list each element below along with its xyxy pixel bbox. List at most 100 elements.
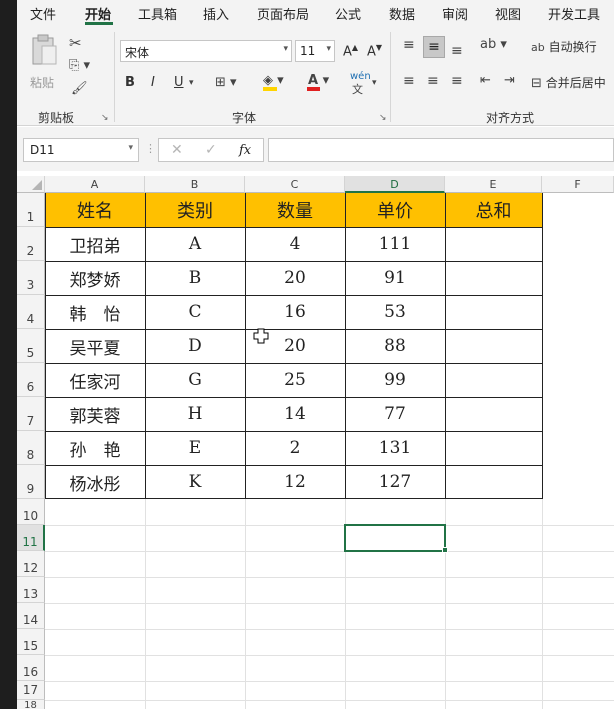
- decrease-font-size-button[interactable]: A▼: [367, 43, 382, 59]
- row-header[interactable]: 16: [17, 655, 45, 681]
- row-header[interactable]: 4: [17, 295, 45, 329]
- copy-icon[interactable]: ⎘ ▾: [69, 59, 90, 72]
- font-color-icon[interactable]: A ▾: [308, 74, 329, 87]
- table-cell[interactable]: 131: [345, 431, 445, 465]
- table-cell[interactable]: G: [145, 363, 245, 397]
- table-cell[interactable]: [445, 329, 542, 363]
- underline-button[interactable]: U: [174, 75, 184, 90]
- paste-button[interactable]: 粘贴: [27, 34, 63, 90]
- font-launcher-icon[interactable]: ↘: [379, 113, 387, 123]
- table-cell[interactable]: K: [145, 465, 245, 499]
- table-cell[interactable]: 25: [245, 363, 345, 397]
- table-cell[interactable]: A: [145, 227, 245, 261]
- table-cell[interactable]: D: [145, 329, 245, 363]
- header-cell-total[interactable]: 总和: [445, 193, 542, 227]
- row-header[interactable]: 14: [17, 603, 45, 629]
- cancel-icon[interactable]: ✕: [171, 142, 183, 158]
- row-header[interactable]: 3: [17, 261, 45, 295]
- column-header[interactable]: F: [542, 176, 614, 193]
- table-cell[interactable]: 111: [345, 227, 445, 261]
- merge-center-button[interactable]: ⊟ 合并后居中: [531, 74, 606, 94]
- fill-handle[interactable]: [442, 547, 448, 553]
- table-cell[interactable]: [445, 363, 542, 397]
- table-cell[interactable]: 韩 怡: [45, 295, 145, 329]
- increase-font-size-button[interactable]: A▲: [343, 43, 358, 59]
- tab-view[interactable]: 视图: [495, 4, 521, 23]
- table-cell[interactable]: 吴平夏: [45, 329, 145, 363]
- cut-icon[interactable]: ✂: [69, 36, 82, 51]
- row-header[interactable]: 17: [17, 681, 45, 700]
- bold-button[interactable]: B: [125, 75, 135, 90]
- tab-review[interactable]: 审阅: [442, 4, 468, 23]
- phonetic-guide-icon[interactable]: wén: [350, 72, 371, 82]
- row-header[interactable]: 7: [17, 397, 45, 431]
- table-cell[interactable]: [445, 261, 542, 295]
- column-header-selected[interactable]: D: [345, 176, 445, 193]
- tab-data[interactable]: 数据: [389, 4, 415, 23]
- table-cell[interactable]: 20: [245, 261, 345, 295]
- table-cell[interactable]: 4: [245, 227, 345, 261]
- borders-icon[interactable]: ⊞ ▾: [215, 76, 237, 89]
- column-header[interactable]: A: [45, 176, 145, 193]
- tab-formulas[interactable]: 公式: [335, 4, 361, 23]
- align-bottom-icon[interactable]: ≡: [451, 44, 463, 58]
- tab-insert[interactable]: 插入: [203, 4, 229, 23]
- column-header[interactable]: B: [145, 176, 245, 193]
- row-header[interactable]: 2: [17, 227, 45, 261]
- row-header[interactable]: 12: [17, 551, 45, 577]
- table-cell[interactable]: [445, 431, 542, 465]
- header-cell-price[interactable]: 单价: [345, 193, 445, 227]
- decrease-indent-icon[interactable]: ⇤: [480, 74, 491, 87]
- align-top-icon[interactable]: ≡: [403, 38, 415, 52]
- table-cell[interactable]: 91: [345, 261, 445, 295]
- table-cell[interactable]: 99: [345, 363, 445, 397]
- table-cell[interactable]: [445, 227, 542, 261]
- tab-developer[interactable]: 开发工具: [548, 4, 600, 23]
- name-box[interactable]: D11 ▾: [23, 138, 139, 162]
- table-cell[interactable]: [445, 295, 542, 329]
- selected-cell-d11[interactable]: [344, 524, 446, 552]
- table-cell[interactable]: 77: [345, 397, 445, 431]
- row-header[interactable]: 5: [17, 329, 45, 363]
- font-name-select[interactable]: 宋体 ▾: [120, 40, 292, 62]
- table-cell[interactable]: 53: [345, 295, 445, 329]
- chevron-down-icon[interactable]: ▾: [189, 79, 194, 88]
- column-header[interactable]: E: [445, 176, 542, 193]
- row-header[interactable]: 10: [17, 499, 45, 525]
- tab-toolbox[interactable]: 工具箱: [138, 4, 177, 23]
- row-header[interactable]: 8: [17, 431, 45, 465]
- format-painter-icon[interactable]: 🖌: [71, 82, 88, 95]
- row-header-selected[interactable]: 11: [17, 525, 45, 551]
- fill-color-icon[interactable]: ◈ ▾: [263, 74, 284, 87]
- row-header[interactable]: 13: [17, 577, 45, 603]
- table-cell[interactable]: 14: [245, 397, 345, 431]
- table-cell[interactable]: 16: [245, 295, 345, 329]
- table-cell[interactable]: E: [145, 431, 245, 465]
- table-cell[interactable]: [445, 397, 542, 431]
- insert-function-button[interactable]: fx: [239, 143, 251, 158]
- table-cell[interactable]: [445, 465, 542, 499]
- row-header[interactable]: 6: [17, 363, 45, 397]
- table-cell[interactable]: H: [145, 397, 245, 431]
- align-center-icon[interactable]: ≡: [427, 74, 439, 88]
- increase-indent-icon[interactable]: ⇥: [504, 74, 515, 87]
- tab-page-layout[interactable]: 页面布局: [257, 4, 309, 23]
- font-size-select[interactable]: 11 ▾: [295, 40, 335, 62]
- orientation-icon[interactable]: ab ▾: [480, 38, 507, 51]
- table-cell[interactable]: 郑梦娇: [45, 261, 145, 295]
- tab-file[interactable]: 文件: [30, 4, 56, 23]
- table-cell[interactable]: 任家河: [45, 363, 145, 397]
- table-cell[interactable]: 88: [345, 329, 445, 363]
- header-cell-name[interactable]: 姓名: [45, 193, 145, 227]
- header-cell-quantity[interactable]: 数量: [245, 193, 345, 227]
- align-left-icon[interactable]: ≡: [403, 74, 415, 88]
- table-cell[interactable]: B: [145, 261, 245, 295]
- align-right-icon[interactable]: ≡: [451, 74, 463, 88]
- table-cell[interactable]: 卫招弟: [45, 227, 145, 261]
- clipboard-launcher-icon[interactable]: ↘: [101, 113, 109, 123]
- row-header[interactable]: 18: [17, 700, 45, 709]
- table-cell[interactable]: 孙 艳: [45, 431, 145, 465]
- table-cell[interactable]: 杨冰彤: [45, 465, 145, 499]
- table-cell[interactable]: 127: [345, 465, 445, 499]
- enter-icon[interactable]: ✓: [205, 142, 217, 158]
